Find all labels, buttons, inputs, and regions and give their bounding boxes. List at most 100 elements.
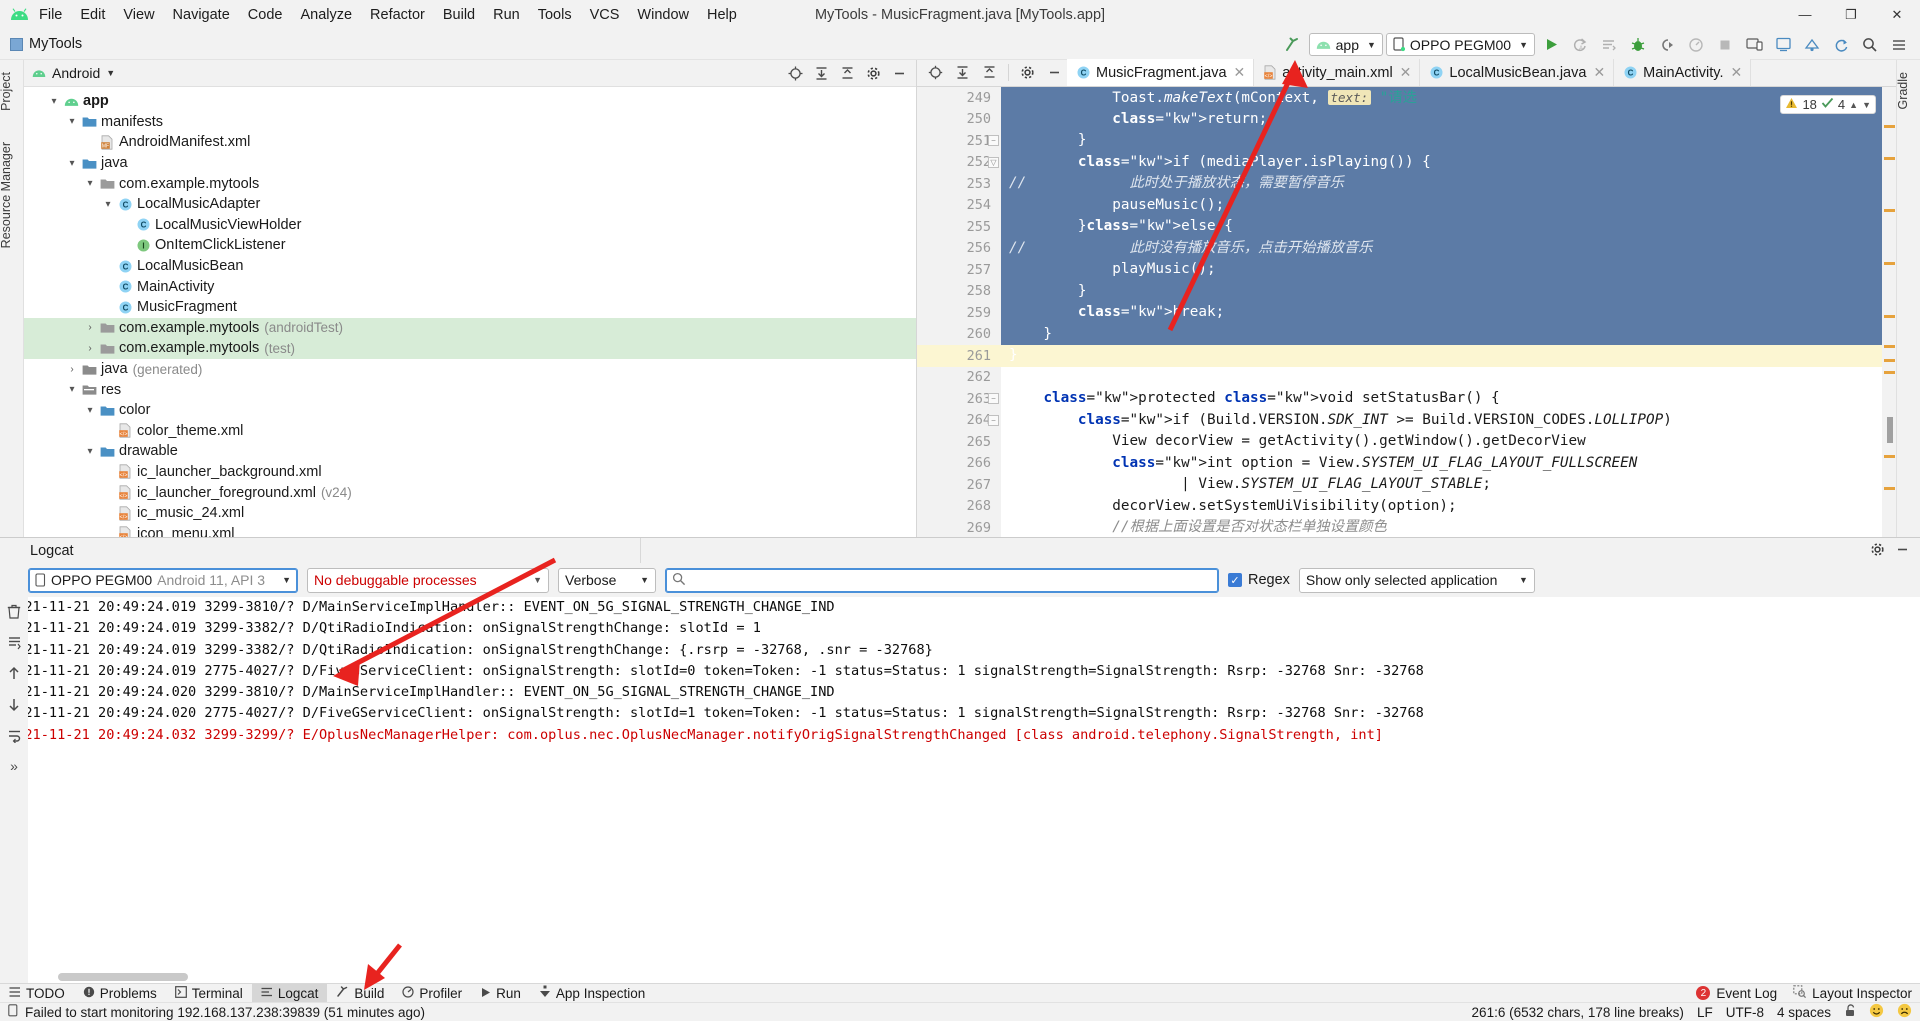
device-manager-icon[interactable] [1741,32,1767,58]
line-number[interactable]: 259 [917,302,1001,324]
chevron-down-icon[interactable]: ▾ [64,116,80,127]
menu-item-navigate[interactable]: Navigate [164,4,239,26]
logcat-horizontal-scrollbar[interactable] [58,973,188,981]
line-number[interactable]: 260 [917,324,1001,346]
chevron-right-icon[interactable]: › [82,343,98,354]
logcat-row[interactable]: 2021-11-21 20:49:24.019 2775-4027/? D/Fi… [0,661,1920,682]
scroll-to-top-icon[interactable] [4,663,24,683]
profile-icon[interactable] [1683,32,1709,58]
menu-item-run[interactable]: Run [484,4,529,26]
logcat-row[interactable]: 2021-11-21 20:49:24.032 3299-3299/? E/Op… [0,725,1920,746]
sad-face-icon[interactable] [1897,1003,1912,1021]
bottom-tab-logcat[interactable]: Logcat [251,983,328,1003]
scroll-to-bottom-icon[interactable] [4,694,24,714]
event-log-button[interactable]: 2 Event Log [1696,984,1777,1003]
chevron-right-icon[interactable]: › [64,364,80,375]
line-number[interactable]: 253 [917,173,1001,195]
logcat-row[interactable]: 2021-11-21 20:49:24.019 3299-3382/? D/Qt… [0,618,1920,639]
tree-row[interactable]: ▾ manifests [24,112,916,133]
close-button[interactable]: ✕ [1874,0,1920,29]
collapse-all-icon[interactable] [977,60,1002,85]
close-icon[interactable]: ✕ [1730,64,1742,81]
chevron-right-icon[interactable]: › [82,322,98,333]
line-number[interactable]: 269 [917,517,1001,539]
code-line[interactable]: } [1001,323,1896,345]
target-icon[interactable] [923,60,948,85]
code-line[interactable]: class="kw">return; [1001,108,1896,130]
tree-row[interactable]: C MusicFragment [24,297,916,318]
tree-row[interactable]: › com.example.mytools (test) [24,338,916,359]
clear-logcat-icon[interactable] [4,601,24,621]
line-number[interactable]: 257 [917,259,1001,281]
code-line[interactable]: //根据上面设置是否对状态栏单独设置颜色 [1001,517,1896,539]
sync-gradle-icon[interactable] [1828,32,1854,58]
line-number[interactable]: 250 [917,109,1001,131]
logcat-process-selector[interactable]: No debuggable processes ▼ [307,567,549,593]
menu-item-help[interactable]: Help [698,4,746,26]
tree-row[interactable]: ▾ com.example.mytools [24,173,916,194]
code-line[interactable]: } [1001,280,1896,302]
line-separator[interactable]: LF [1697,1005,1713,1020]
code-line[interactable]: // 此时没有播放音乐，点击开始播放音乐 [1001,237,1896,259]
line-number[interactable]: 258 [917,281,1001,303]
maximize-button[interactable]: ❐ [1828,0,1874,29]
logcat-row[interactable]: 2021-11-21 20:49:24.020 2775-4027/? D/Fi… [0,703,1920,724]
logcat-device-selector[interactable]: OPPO PEGM00 Android 11, API 3 ▼ [28,567,298,593]
chevron-down-icon[interactable]: ▼ [106,68,115,78]
apply-code-changes-icon[interactable] [1596,32,1622,58]
scroll-lock-icon[interactable] [4,632,24,652]
menu-item-analyze[interactable]: Analyze [291,4,361,26]
code-line[interactable]: }class="kw">else { [1001,216,1896,238]
code-line[interactable]: Toast.makeText(mContext, text: "请选 [1001,87,1896,109]
menu-item-window[interactable]: Window [628,4,698,26]
hide-icon[interactable] [1042,60,1067,85]
apply-changes-icon[interactable]: A [1567,32,1593,58]
tree-row[interactable]: </> color_theme.xml [24,421,916,442]
editor-tab[interactable]: C MainActivity. ✕ [1614,59,1752,86]
tree-row[interactable]: I OnItemClickListener [24,235,916,256]
chevron-down-icon[interactable]: ▾ [82,405,98,416]
line-number[interactable]: 255 [917,216,1001,238]
search-icon[interactable] [1857,32,1883,58]
settings-gear-icon[interactable] [1015,60,1040,85]
line-number[interactable]: 262 [917,367,1001,389]
code-line[interactable]: class="kw">if (Build.VERSION.SDK_INT >= … [1001,410,1896,432]
tree-row[interactable]: ▾ C LocalMusicAdapter [24,194,916,215]
run-icon[interactable] [1538,32,1564,58]
tree-row[interactable]: ▾ app [24,91,916,112]
tree-row[interactable]: ▾ color [24,400,916,421]
module-selector[interactable]: app ▼ [1308,33,1383,56]
hide-icon[interactable] [1895,542,1910,560]
chevron-down-icon[interactable]: ▾ [46,96,62,107]
close-icon[interactable]: ✕ [1400,64,1412,81]
logcat-output[interactable]: 2021-11-21 20:49:24.019 3299-3810/? D/Ma… [0,597,1920,983]
menu-item-build[interactable]: Build [434,4,484,26]
hide-icon[interactable] [888,62,910,84]
code-line[interactable]: } [1001,130,1896,152]
bottom-tab-terminal[interactable]: Terminal [166,984,252,1003]
breadcrumb[interactable]: MyTools [10,36,82,52]
code-line[interactable]: // 此时处于播放状态，需要暂停音乐 [1001,173,1896,195]
line-number[interactable]: 254 [917,195,1001,217]
tree-row[interactable]: ▾ drawable [24,441,916,462]
tree-row[interactable]: MF AndroidManifest.xml [24,132,916,153]
code-line[interactable]: class="kw">protected class="kw">void set… [1001,388,1896,410]
line-number[interactable]: 268 [917,496,1001,518]
project-scope-label[interactable]: Android [52,65,100,81]
device-selector[interactable]: OPPO PEGM00 ▼ [1385,33,1535,56]
attach-debugger-icon[interactable] [1654,32,1680,58]
tree-row[interactable]: </> ic_music_24.xml [24,503,916,524]
bottom-tab-build[interactable]: Build [327,984,393,1003]
tree-row[interactable]: C LocalMusicBean [24,256,916,277]
tree-row[interactable]: C MainActivity [24,276,916,297]
settings-gear-icon[interactable] [1870,542,1885,560]
file-encoding[interactable]: UTF-8 [1726,1005,1764,1020]
bottom-tab-todo[interactable]: TODO [0,984,74,1003]
code-line[interactable]: | View.SYSTEM_UI_FLAG_LAYOUT_STABLE; [1001,474,1896,496]
tree-row[interactable]: › java (generated) [24,359,916,380]
minimize-button[interactable]: — [1782,0,1828,29]
menu-item-edit[interactable]: Edit [71,4,114,26]
logcat-row[interactable]: 2021-11-21 20:49:24.019 3299-3810/? D/Ma… [0,597,1920,618]
code-line[interactable]: } [1001,345,1896,367]
fold-marker[interactable]: − [988,393,999,404]
